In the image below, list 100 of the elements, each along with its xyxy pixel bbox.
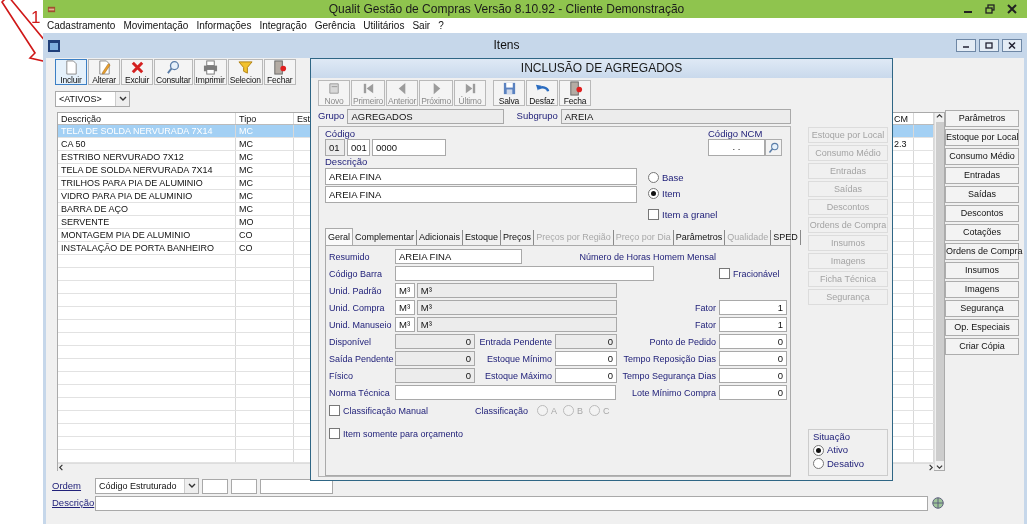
maximize-button[interactable] — [979, 39, 999, 52]
tab[interactable]: Geral — [325, 227, 353, 245]
barcode-field[interactable] — [395, 265, 654, 281]
radio-button[interactable] — [813, 457, 824, 469]
side-button[interactable]: Descontos — [945, 205, 1019, 222]
radio-button[interactable] — [648, 188, 659, 200]
menu-item[interactable]: Integração — [255, 19, 311, 32]
order-dropdown[interactable]: Código Estruturado — [95, 478, 199, 494]
tab[interactable]: Complementar — [353, 229, 418, 245]
number-field[interactable]: 0 — [719, 333, 787, 349]
side-button[interactable]: Parâmetros — [945, 110, 1019, 127]
column-header[interactable]: Est — [297, 114, 310, 124]
radio-label: A — [551, 405, 558, 417]
summary-field[interactable]: AREIA FINA — [395, 248, 522, 264]
checkbox-label: Fracionável — [733, 268, 780, 280]
code-field[interactable]: 001 — [347, 139, 370, 157]
number-field[interactable]: 0 — [395, 350, 475, 366]
radio-button[interactable] — [813, 444, 824, 456]
checkbox[interactable] — [648, 208, 659, 220]
side-button[interactable]: Saídas — [945, 186, 1019, 203]
number-field[interactable]: 0 — [395, 333, 475, 349]
toolbar-button[interactable]: Desfaz — [526, 80, 558, 106]
filter-dropdown[interactable]: <ATIVOS> — [55, 91, 130, 107]
menu-item[interactable]: Sair — [408, 19, 435, 32]
toolbar-button[interactable]: Incluir — [55, 59, 87, 85]
radio-button[interactable] — [648, 171, 659, 183]
tab[interactable]: SPED — [771, 229, 801, 245]
checkbox[interactable] — [329, 405, 340, 417]
toolbar-button[interactable]: Excluir — [121, 59, 153, 85]
menu-item[interactable]: Movimentação — [119, 19, 193, 32]
checkbox[interactable] — [719, 268, 730, 280]
checkbox[interactable] — [329, 428, 340, 440]
code-field[interactable]: 0000 — [372, 139, 446, 157]
close-icon[interactable] — [1005, 3, 1019, 15]
description-field[interactable]: AREIA FINA — [325, 167, 637, 185]
globe-icon[interactable] — [931, 496, 945, 510]
number-field[interactable]: 0 — [555, 333, 617, 349]
side-button[interactable]: Criar Cópia — [945, 338, 1019, 355]
close-icon — [1006, 41, 1018, 50]
close-button[interactable] — [1002, 39, 1022, 52]
input-field[interactable] — [202, 478, 228, 494]
toolbar-button[interactable]: Salva — [493, 80, 525, 106]
tab[interactable]: Preços — [501, 229, 535, 245]
side-button[interactable]: Op. Especiais — [945, 319, 1019, 336]
side-button[interactable]: Estoque por Local — [945, 129, 1019, 146]
side-button[interactable]: Consumo Médio — [945, 148, 1019, 165]
table-cell: MC — [239, 152, 253, 162]
menu-item[interactable]: Cadastramento — [43, 19, 120, 32]
menu-item[interactable]: Utilitários — [359, 19, 409, 32]
toolbar-button[interactable]: Fechar — [263, 59, 296, 85]
unit-name-field[interactable]: M³ — [416, 316, 617, 332]
input-field[interactable] — [231, 478, 257, 494]
factor-field[interactable]: 1 — [719, 316, 787, 332]
search-icon — [767, 141, 780, 154]
printer-icon — [202, 60, 218, 75]
menu-item[interactable]: ? — [434, 19, 448, 32]
toolbar-button[interactable]: Alterar — [88, 59, 120, 85]
tab[interactable]: Parâmetros — [673, 229, 726, 245]
number-field[interactable]: 0 — [719, 350, 787, 366]
field-label: Ponto de Pedido — [648, 335, 717, 349]
number-field[interactable]: 0 — [555, 350, 617, 366]
description-field[interactable]: AREIA FINA — [325, 185, 637, 203]
number-field[interactable]: 0 — [395, 367, 475, 383]
radio-label: B — [577, 405, 584, 417]
unit-name-field[interactable]: M³ — [416, 299, 617, 315]
vertical-scrollbar[interactable] — [934, 113, 944, 470]
side-button[interactable]: Imagens — [945, 281, 1019, 298]
toolbar-button[interactable]: Imprimir — [193, 59, 227, 85]
tab[interactable]: Estoque — [463, 229, 502, 245]
column-header[interactable]: Descrição — [61, 114, 101, 124]
column-header[interactable]: CM — [894, 114, 908, 124]
factor-field[interactable]: 1 — [719, 299, 787, 315]
minimize-button[interactable] — [956, 39, 976, 52]
side-button[interactable]: Segurança — [945, 300, 1019, 317]
unit-code-field[interactable]: M³ — [395, 316, 415, 332]
number-field[interactable]: 0 — [719, 367, 787, 383]
ncm-field[interactable]: . . — [708, 139, 765, 157]
unit-code-field[interactable]: M³ — [395, 299, 415, 315]
input-field[interactable] — [260, 478, 333, 494]
side-button[interactable]: Entradas — [945, 167, 1019, 184]
search-button[interactable] — [765, 139, 782, 157]
restore-icon[interactable] — [983, 3, 997, 15]
scroll-up-icon — [936, 113, 943, 120]
unit-name-field[interactable]: M³ — [416, 282, 617, 298]
toolbar-button[interactable]: Selecion — [227, 59, 263, 85]
side-button[interactable]: Cotações — [945, 224, 1019, 241]
text-field[interactable] — [395, 384, 616, 400]
number-field[interactable]: 0 — [719, 384, 787, 400]
tab[interactable]: Adicionais — [417, 229, 464, 245]
dialog-title: INCLUSÃO DE AGREGADOS — [311, 59, 892, 78]
column-header[interactable]: Tipo — [239, 114, 257, 124]
menu-item[interactable]: Informações — [192, 19, 256, 32]
number-field[interactable]: 0 — [555, 367, 617, 383]
toolbar-button[interactable]: Consultar — [154, 59, 193, 85]
search-field[interactable] — [95, 495, 928, 511]
table-cell: SERVENTE — [61, 217, 110, 227]
side-button[interactable]: Insumos — [945, 262, 1019, 279]
unit-code-field[interactable]: M³ — [395, 282, 415, 298]
menu-item[interactable]: Gerência — [310, 19, 360, 32]
toolbar-button[interactable]: Fecha — [559, 80, 591, 106]
